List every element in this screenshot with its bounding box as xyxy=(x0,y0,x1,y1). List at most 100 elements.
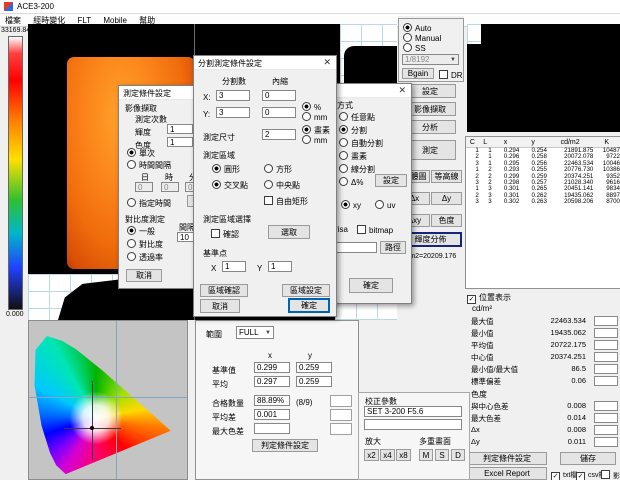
dr-checkbox-box xyxy=(439,70,448,79)
zoom-x2-button[interactable]: x2 xyxy=(364,449,379,461)
split-ok-button[interactable]: 確定 xyxy=(288,298,330,313)
table-row: 330.3020.26320598.2068700 xyxy=(466,199,620,205)
avg-diff-field[interactable]: 0.001 xyxy=(254,409,290,420)
stat-box[interactable] xyxy=(594,364,618,374)
stat-box[interactable] xyxy=(594,328,618,338)
secondary-image-pane[interactable] xyxy=(467,24,620,132)
stat-box[interactable] xyxy=(594,437,618,447)
pass-label: 合格數量 xyxy=(212,398,244,409)
max-diff-field[interactable] xyxy=(254,423,290,434)
radio-uv[interactable]: uv xyxy=(375,200,395,210)
method-set-button[interactable]: 設定 xyxy=(375,174,407,187)
area-set-button[interactable]: 區域設定 xyxy=(282,284,330,297)
stat-box[interactable] xyxy=(594,340,618,350)
avg-y-field[interactable]: 0.259 xyxy=(296,376,332,387)
radio-single[interactable]: 單次 xyxy=(127,148,155,159)
radio-percent[interactable]: % xyxy=(302,102,321,112)
radio-pixel[interactable]: 畫素 xyxy=(339,151,367,162)
zoom-x4-button[interactable]: x4 xyxy=(380,449,395,461)
range-judge-button[interactable]: 判定條件設定 xyxy=(252,439,318,452)
base-y-field[interactable]: 1 xyxy=(268,261,292,272)
radio-xy[interactable]: xy xyxy=(341,200,361,210)
radio-mm-unit[interactable]: mm xyxy=(302,135,327,145)
y-inset-field[interactable]: 0 xyxy=(262,107,296,118)
txt-checkbox-box xyxy=(551,472,560,480)
txt-checkbox[interactable]: txt檔 xyxy=(551,470,577,480)
radio-general[interactable]: 一般 xyxy=(127,226,155,237)
radio-cross-point[interactable]: 交叉點 xyxy=(212,180,248,191)
chroma-button[interactable]: 色度 xyxy=(431,214,462,227)
area-confirm-button[interactable]: 區域確認 xyxy=(200,284,248,297)
y-div-field[interactable]: 3 xyxy=(216,107,250,118)
range-select[interactable]: FULL▼ xyxy=(236,326,274,339)
shutter-select[interactable]: 1/8192▼ xyxy=(402,54,459,65)
stat-box[interactable] xyxy=(594,316,618,326)
position-display-checkbox[interactable]: 位置表示 xyxy=(467,292,511,304)
radio-square[interactable]: 方形 xyxy=(264,164,292,175)
method-ok-button[interactable]: 確定 xyxy=(349,278,393,293)
judge-condition-button[interactable]: 判定條件設定 xyxy=(467,452,547,465)
zoom-x8-button[interactable]: x8 xyxy=(396,449,411,461)
radio-mm[interactable]: mm xyxy=(302,112,327,122)
csv-checkbox-box xyxy=(576,472,585,480)
x-inset-field[interactable]: 0 xyxy=(262,90,296,101)
radio-specified-time[interactable]: 指定時間 xyxy=(127,198,171,209)
radio-interval[interactable]: 時間間隔 xyxy=(127,160,171,171)
stat-row: 中心值20374.251 xyxy=(464,352,620,362)
image-file-checkbox[interactable]: 影像檔 xyxy=(601,470,620,480)
radio-circle[interactable]: 圓形 xyxy=(212,164,240,175)
radio-auto[interactable]: Auto xyxy=(403,23,431,33)
radio-auto-split[interactable]: 自動分割 xyxy=(339,138,383,149)
stat-box[interactable] xyxy=(594,401,618,411)
pick-button[interactable]: 選取 xyxy=(268,225,310,239)
calib-extra-field[interactable] xyxy=(364,419,462,430)
multi-d-button[interactable]: D xyxy=(451,449,465,461)
stat-box[interactable] xyxy=(594,376,618,386)
radio-center-point[interactable]: 中央點 xyxy=(264,180,300,191)
radio-line-split[interactable]: 線分割 xyxy=(339,164,375,175)
chroma-count-field[interactable]: 1 xyxy=(167,137,193,147)
ref-y-field[interactable]: 0.259 xyxy=(296,362,332,373)
path-field[interactable] xyxy=(335,242,377,253)
close-icon[interactable]: ✕ xyxy=(398,85,406,96)
size-field[interactable]: 2 xyxy=(262,129,296,140)
menu-file[interactable]: 檔案 xyxy=(0,14,26,27)
cie-chromaticity-diagram[interactable] xyxy=(28,320,188,480)
stat-box[interactable] xyxy=(594,413,618,423)
radio-any-point[interactable]: 任意點 xyxy=(339,112,375,123)
pass-field[interactable]: 88.89% xyxy=(254,395,290,406)
bitmap-checkbox[interactable]: bitmap xyxy=(357,225,393,235)
radio-transmittance[interactable]: 透過率 xyxy=(127,252,163,263)
x-div-field[interactable]: 3 xyxy=(216,90,250,101)
dr-checkbox[interactable]: DR xyxy=(439,70,463,80)
avg-x-field[interactable]: 0.297 xyxy=(254,376,290,387)
ref-x-field[interactable]: 0.299 xyxy=(254,362,290,373)
radio-delta-pct[interactable]: Δ% xyxy=(339,177,363,187)
stat-box[interactable] xyxy=(594,425,618,435)
radio-contrast[interactable]: 對比度 xyxy=(127,239,163,250)
day-field[interactable]: 0 xyxy=(135,182,153,192)
path-button[interactable]: 路徑 xyxy=(380,241,406,254)
radio-split[interactable]: 分割 xyxy=(339,125,367,136)
base-x-field[interactable]: 1 xyxy=(222,261,246,272)
split-cancel-button[interactable]: 取消 xyxy=(200,299,240,313)
excel-report-button[interactable]: Excel Report xyxy=(467,467,547,480)
close-icon[interactable]: ✕ xyxy=(323,57,331,68)
confirm-checkbox[interactable]: 確認 xyxy=(211,229,239,240)
save-button[interactable]: 儲存 xyxy=(560,452,616,465)
contour-button[interactable]: 等高線 xyxy=(431,170,462,183)
radio-manual[interactable]: Manual xyxy=(403,33,441,43)
gain-button[interactable]: Bgain xyxy=(402,68,434,79)
freerect-checkbox[interactable]: 自由矩形 xyxy=(264,196,308,207)
lum-count-field[interactable]: 1 xyxy=(167,124,193,134)
multi-s-button[interactable]: S xyxy=(435,449,449,461)
calib-value-field[interactable]: SET 3-200 F5.6 xyxy=(364,406,462,417)
measure-cancel-button[interactable]: 取消 xyxy=(126,269,162,282)
dialog-title-bar[interactable]: 分割測定條件設定 xyxy=(194,56,336,70)
stat-box[interactable] xyxy=(594,352,618,362)
hour-field[interactable]: 0 xyxy=(161,182,179,192)
measurement-table[interactable]: C L x y cd/m2 K 110.2940.25421891.875104… xyxy=(465,136,620,289)
radio-ss[interactable]: SS xyxy=(403,43,426,53)
delta-y-button[interactable]: Δy xyxy=(431,192,462,205)
multi-m-button[interactable]: M xyxy=(419,449,433,461)
